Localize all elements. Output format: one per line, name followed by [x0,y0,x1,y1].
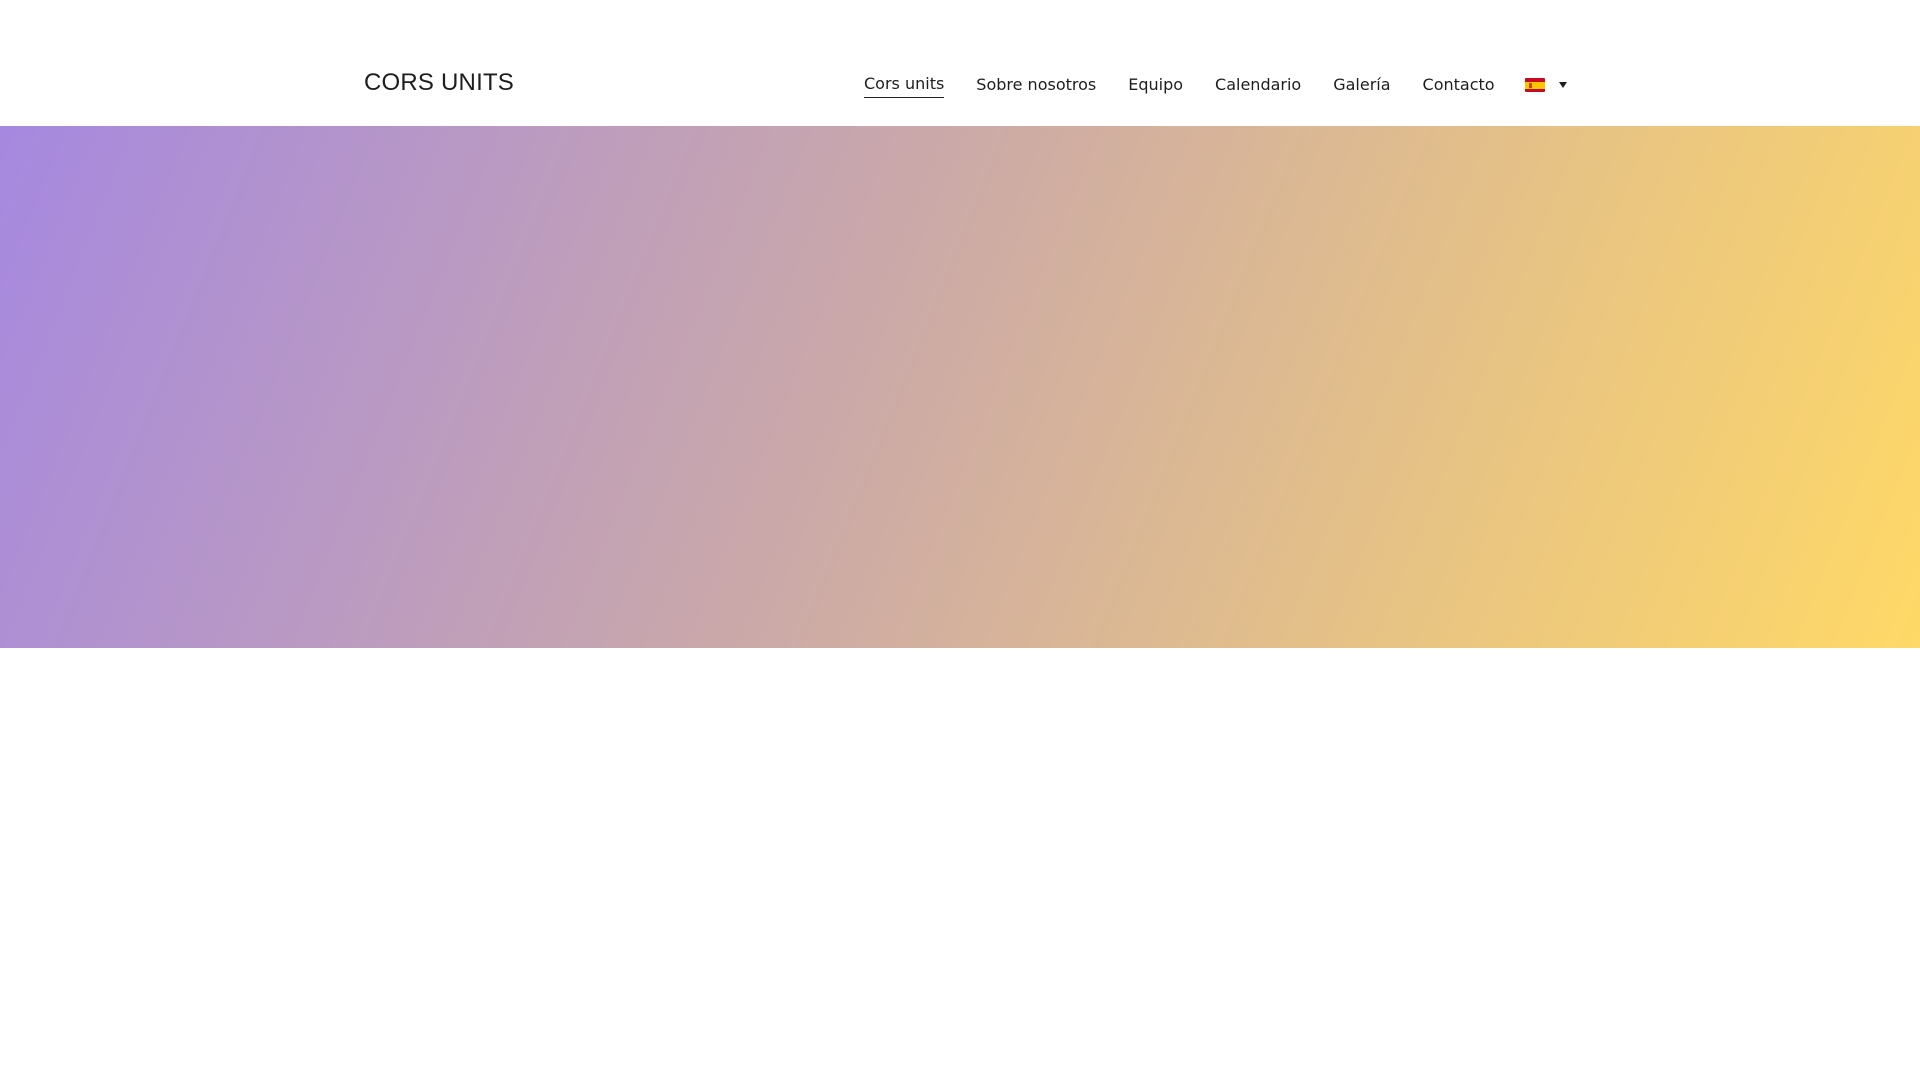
language-switcher[interactable] [1524,78,1567,92]
caret-down-icon[interactable] [1558,82,1567,88]
nav-item-contacto[interactable]: Contacto [1423,73,1495,98]
nav-item-sobre-nosotros[interactable]: Sobre nosotros [976,73,1096,98]
flag-stripe-bottom [1524,88,1545,92]
nav-item-equipo[interactable]: Equipo [1128,73,1183,98]
spain-flag-icon [1524,78,1545,92]
hero-gradient-banner [0,126,1920,648]
main-navigation: Cors units Sobre nosotros Equipo Calenda… [864,70,1567,100]
site-header: CORS UNITS Cors units Sobre nosotros Equ… [0,0,1920,126]
nav-item-cors-units[interactable]: Cors units [864,72,945,98]
site-title[interactable]: CORS UNITS [364,68,514,98]
nav-item-calendario[interactable]: Calendario [1215,73,1301,98]
flag-stripe-middle [1524,81,1545,89]
nav-item-galeria[interactable]: Galería [1333,73,1390,98]
